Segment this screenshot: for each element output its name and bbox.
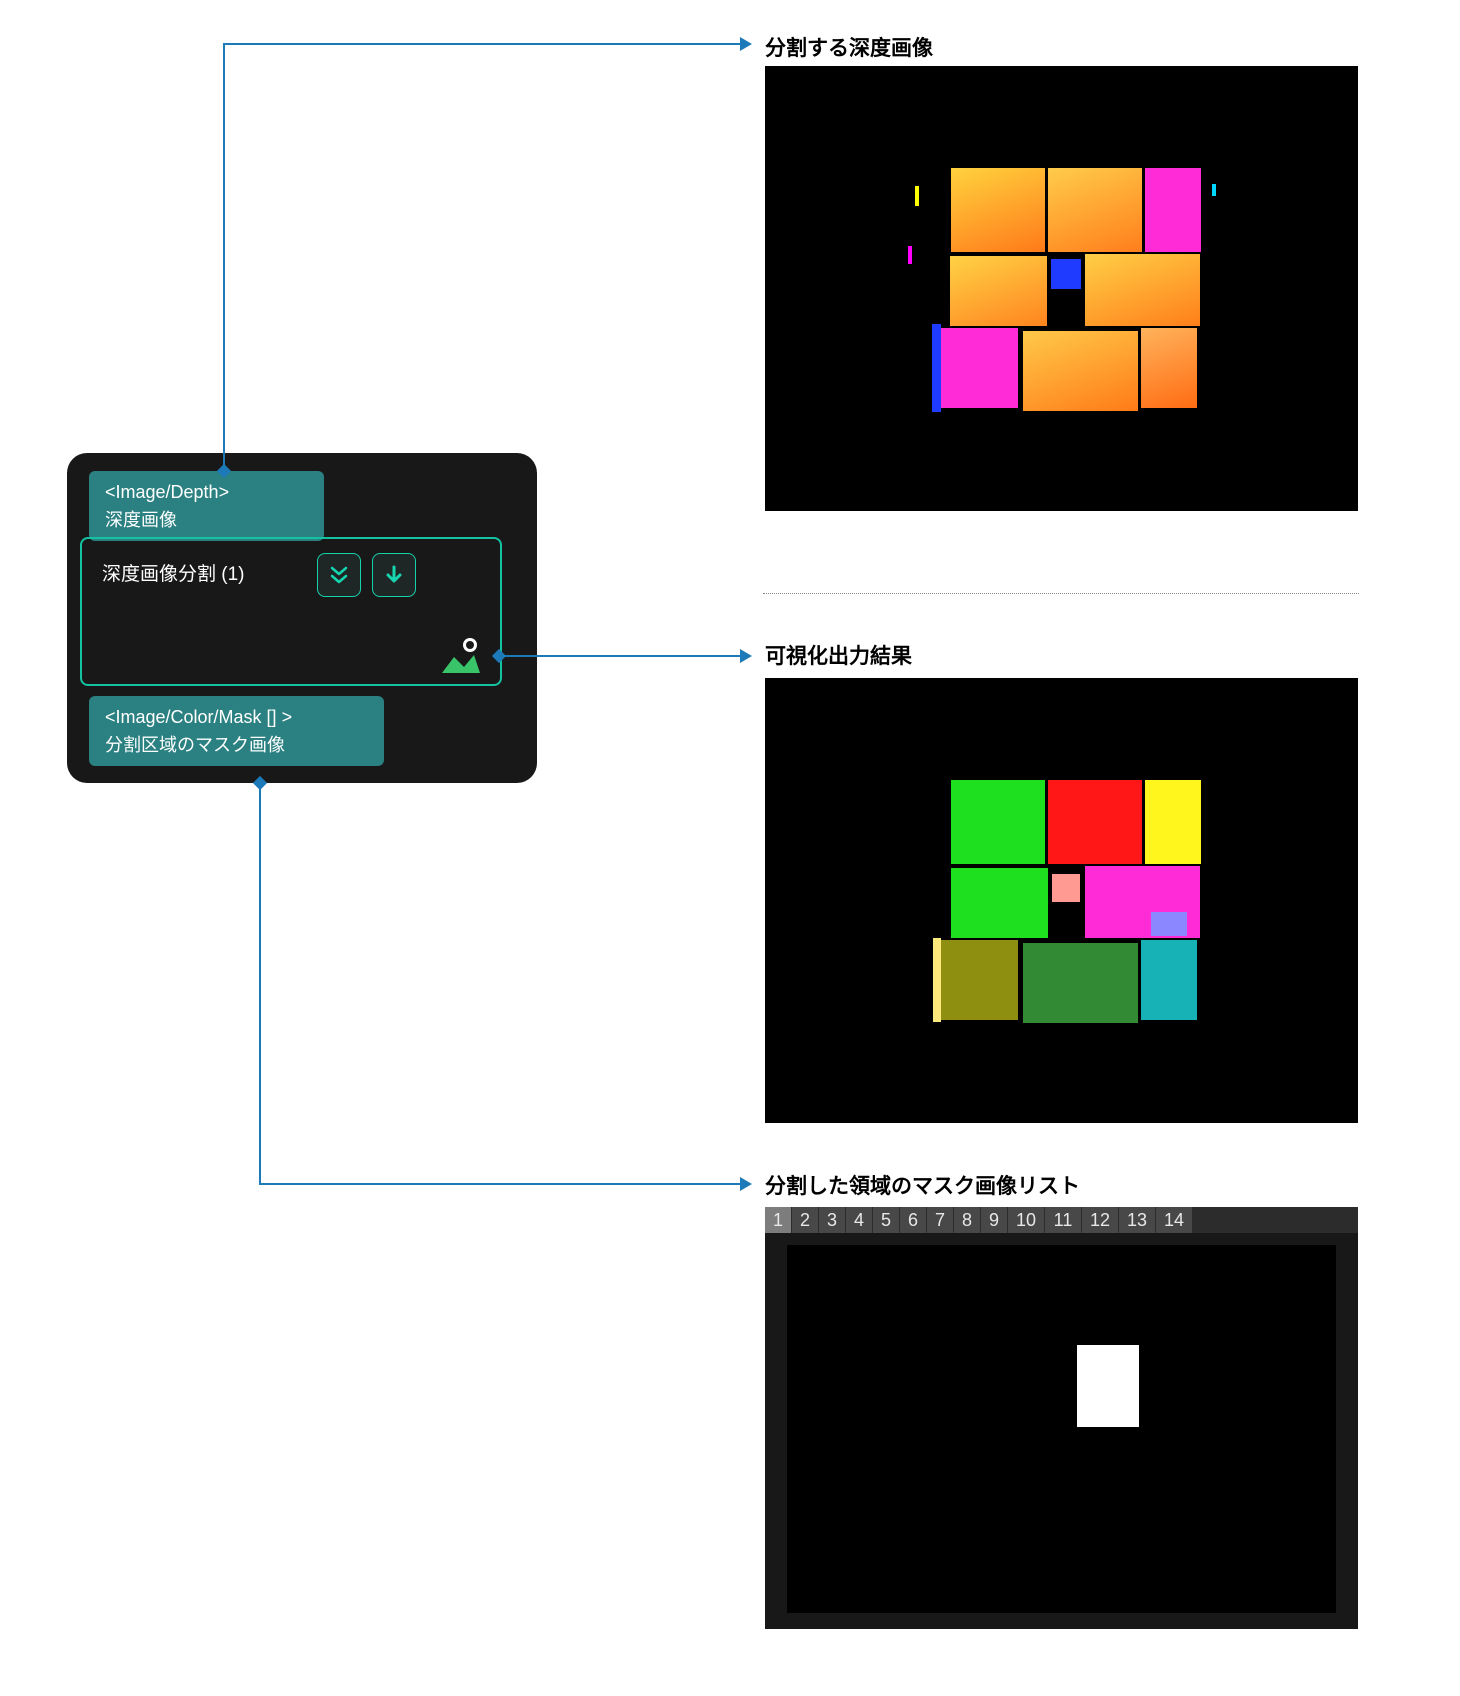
chevrons-down-icon <box>327 563 351 587</box>
heading-depth-input: 分割する深度画像 <box>765 32 933 62</box>
mask-tab[interactable]: 2 <box>792 1207 818 1233</box>
mask-region <box>1077 1345 1139 1427</box>
mask-tab[interactable]: 7 <box>927 1207 953 1233</box>
depth-segmentation-node[interactable]: <Image/Depth> 深度画像 深度画像分割 (1) <box>67 453 537 783</box>
node-body: 深度画像分割 (1) <box>80 537 502 686</box>
mask-list-panel: 1 2 3 4 5 6 7 8 9 10 11 12 13 14 <box>765 1207 1358 1629</box>
mask-tab[interactable]: 10 <box>1008 1207 1044 1233</box>
node-output-label: 分割区域のマスク画像 <box>105 735 285 755</box>
node-input-label: 深度画像 <box>105 510 177 530</box>
run-step-button[interactable] <box>372 553 416 597</box>
mask-image-area <box>787 1245 1336 1613</box>
mask-tab[interactable]: 3 <box>819 1207 845 1233</box>
mask-tab[interactable]: 12 <box>1082 1207 1118 1233</box>
visualize-icon <box>436 637 484 677</box>
node-output-tag: <Image/Color/Mask [] > 分割区域のマスク画像 <box>89 696 384 766</box>
mask-tab-strip: 1 2 3 4 5 6 7 8 9 10 11 12 13 14 <box>765 1207 1358 1233</box>
mask-tab[interactable]: 1 <box>765 1207 791 1233</box>
mask-tab[interactable]: 8 <box>954 1207 980 1233</box>
node-input-tag: <Image/Depth> 深度画像 <box>89 471 324 541</box>
divider <box>763 593 1359 594</box>
node-input-type: <Image/Depth> <box>105 482 229 502</box>
heading-mask-list: 分割した領域のマスク画像リスト <box>765 1170 1080 1200</box>
depth-image-panel <box>765 66 1358 511</box>
viz-output-panel <box>765 678 1358 1123</box>
node-output-type: <Image/Color/Mask [] > <box>105 707 292 727</box>
mask-tab[interactable]: 9 <box>981 1207 1007 1233</box>
visualize-output-button[interactable] <box>436 637 484 677</box>
mask-tab[interactable]: 5 <box>873 1207 899 1233</box>
mask-tab[interactable]: 14 <box>1156 1207 1192 1233</box>
mask-tab[interactable]: 6 <box>900 1207 926 1233</box>
heading-viz-output: 可視化出力結果 <box>765 640 912 670</box>
mask-tab[interactable]: 13 <box>1119 1207 1155 1233</box>
mask-tab[interactable]: 11 <box>1045 1207 1081 1233</box>
mask-tab[interactable]: 4 <box>846 1207 872 1233</box>
expand-button[interactable] <box>317 553 361 597</box>
node-title: 深度画像分割 (1) <box>102 559 245 586</box>
arrow-down-icon <box>382 563 406 587</box>
